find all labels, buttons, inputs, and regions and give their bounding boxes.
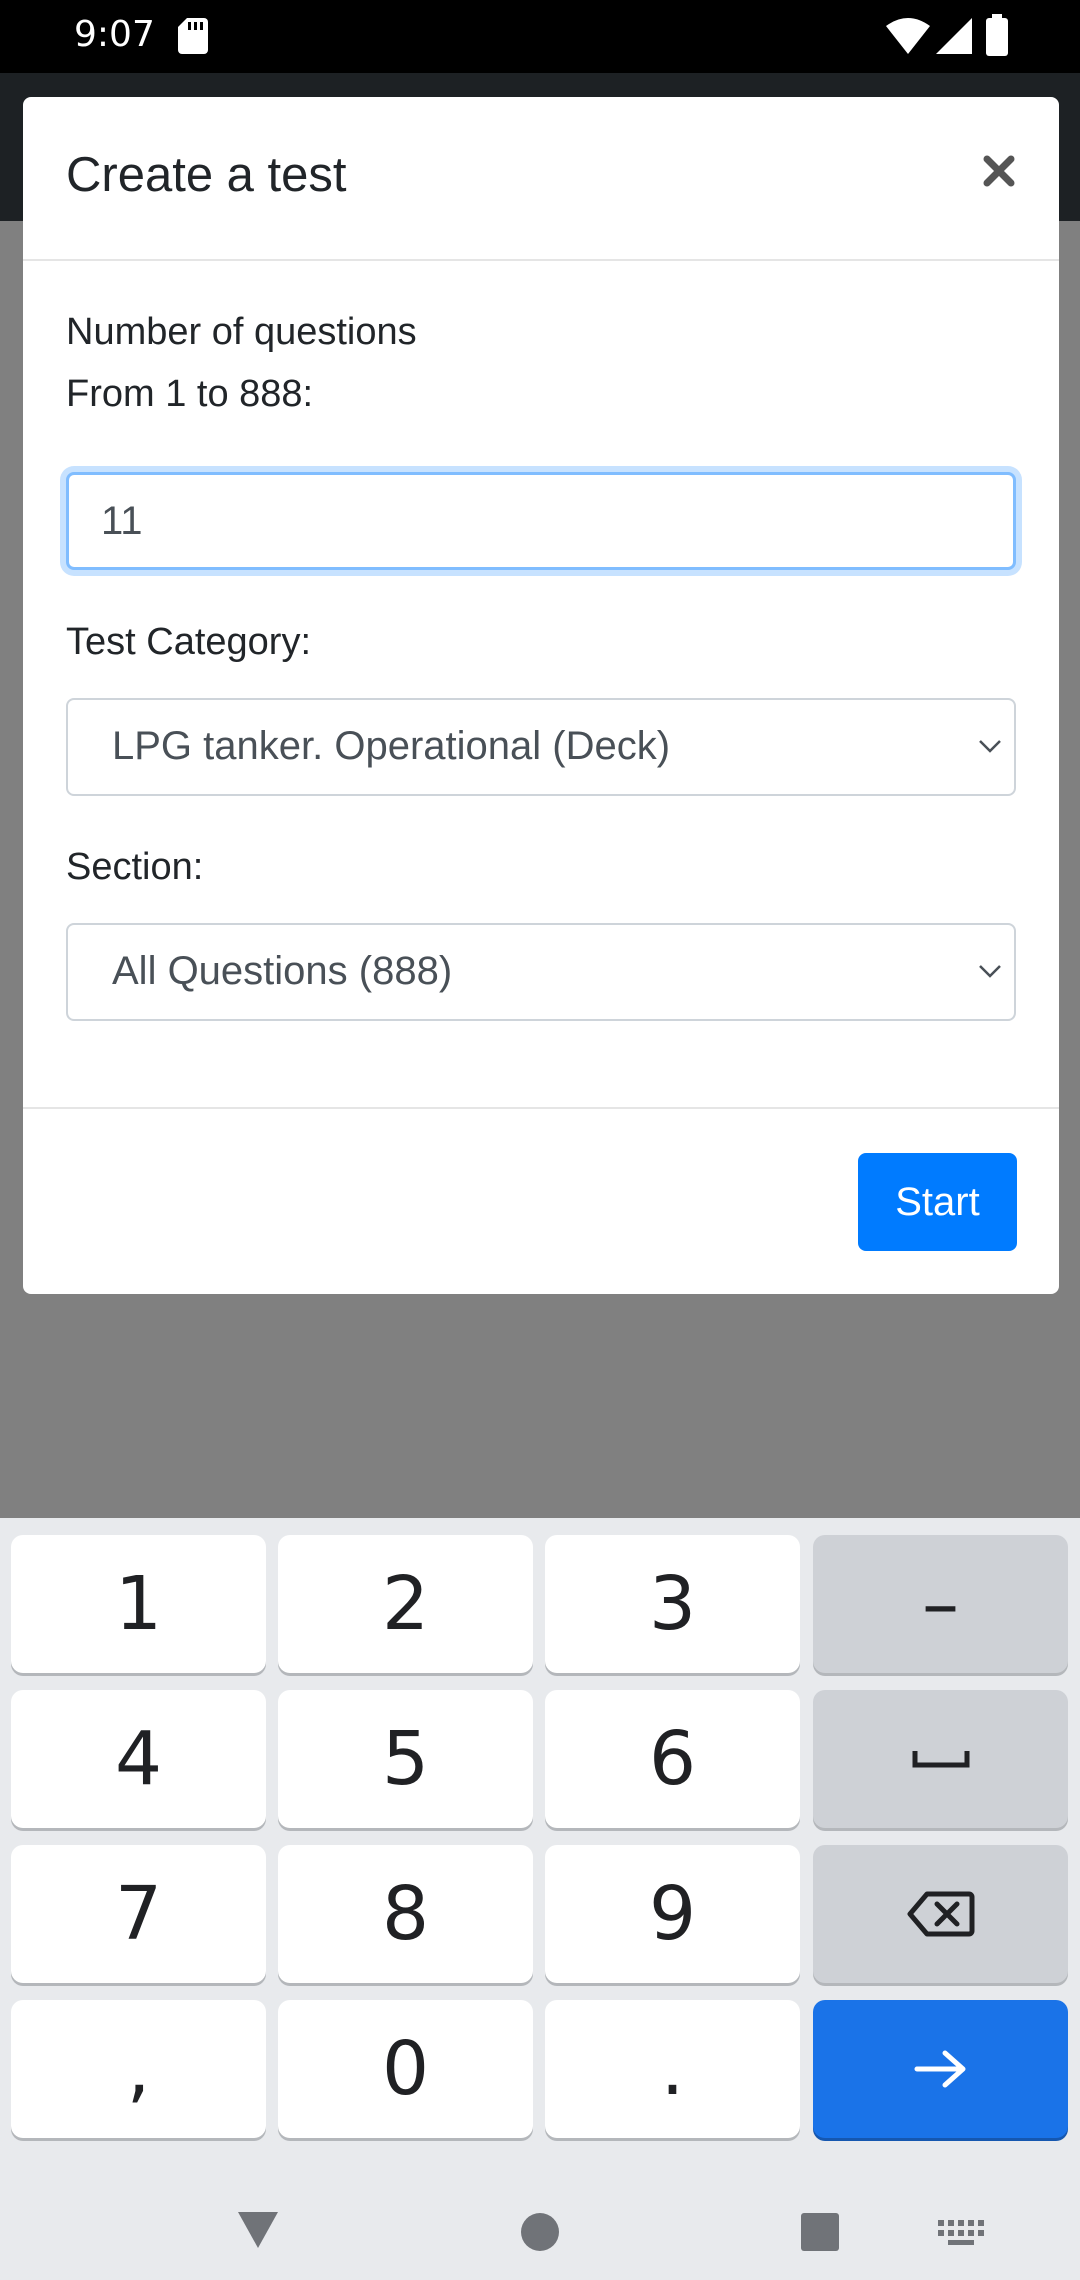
category-selected-value: LPG tanker. Operational (Deck) bbox=[112, 724, 671, 768]
wifi-icon bbox=[886, 18, 930, 54]
status-bar: 9:07 bbox=[0, 0, 1080, 73]
category-label: Test Category: bbox=[66, 621, 311, 663]
key-0[interactable]: 0 bbox=[278, 2000, 533, 2138]
section-label: Section: bbox=[66, 846, 204, 888]
key-7[interactable]: 7 bbox=[11, 1845, 266, 1983]
key-1[interactable]: 1 bbox=[11, 1535, 266, 1673]
category-select[interactable]: LPG tanker. Operational (Deck) bbox=[66, 698, 1016, 796]
modal-footer-divider bbox=[23, 1107, 1059, 1109]
backspace-icon bbox=[907, 1891, 974, 1937]
key-4[interactable]: 4 bbox=[11, 1690, 266, 1828]
create-test-modal: Create a test Number of questions From 1… bbox=[23, 97, 1059, 1294]
key-backspace[interactable] bbox=[813, 1845, 1068, 1983]
modal-header: Create a test bbox=[23, 97, 1059, 261]
key-space[interactable] bbox=[813, 1690, 1068, 1828]
signal-icon bbox=[936, 18, 972, 54]
status-time: 9:07 bbox=[74, 14, 155, 55]
numeric-keyboard: 1 2 3 – 4 5 6 7 8 9 , 0 . bbox=[0, 1518, 1080, 2178]
arrow-right-icon bbox=[914, 2050, 965, 2088]
space-icon bbox=[912, 1751, 969, 1768]
modal-title: Create a test bbox=[66, 148, 347, 202]
section-select[interactable]: All Questions (888) bbox=[66, 923, 1016, 1021]
key-comma[interactable]: , bbox=[11, 2000, 266, 2138]
battery-icon bbox=[986, 14, 1008, 56]
sd-card-icon bbox=[178, 18, 208, 54]
key-9[interactable]: 9 bbox=[545, 1845, 800, 1983]
home-icon[interactable] bbox=[520, 2212, 560, 2252]
key-6[interactable]: 6 bbox=[545, 1690, 800, 1828]
key-2[interactable]: 2 bbox=[278, 1535, 533, 1673]
chevron-down-icon bbox=[979, 965, 1001, 978]
key-5[interactable]: 5 bbox=[278, 1690, 533, 1828]
key-8[interactable]: 8 bbox=[278, 1845, 533, 1983]
questions-count-input[interactable]: 11 bbox=[66, 472, 1016, 570]
start-button[interactable]: Start bbox=[858, 1153, 1017, 1251]
navigation-bar bbox=[0, 2178, 1080, 2280]
keyboard-icon[interactable] bbox=[938, 2220, 984, 2248]
questions-label: Number of questions bbox=[66, 311, 417, 353]
recents-icon[interactable] bbox=[800, 2212, 840, 2252]
key-3[interactable]: 3 bbox=[545, 1535, 800, 1673]
chevron-down-icon bbox=[979, 740, 1001, 753]
section-selected-value: All Questions (888) bbox=[112, 949, 453, 993]
close-icon[interactable] bbox=[977, 149, 1021, 193]
key-period[interactable]: . bbox=[545, 2000, 800, 2138]
back-icon[interactable] bbox=[236, 2210, 280, 2250]
key-dash[interactable]: – bbox=[813, 1535, 1068, 1673]
key-enter[interactable] bbox=[813, 2000, 1068, 2138]
questions-count-value: 11 bbox=[101, 499, 143, 543]
questions-range-label: From 1 to 888: bbox=[66, 373, 314, 415]
